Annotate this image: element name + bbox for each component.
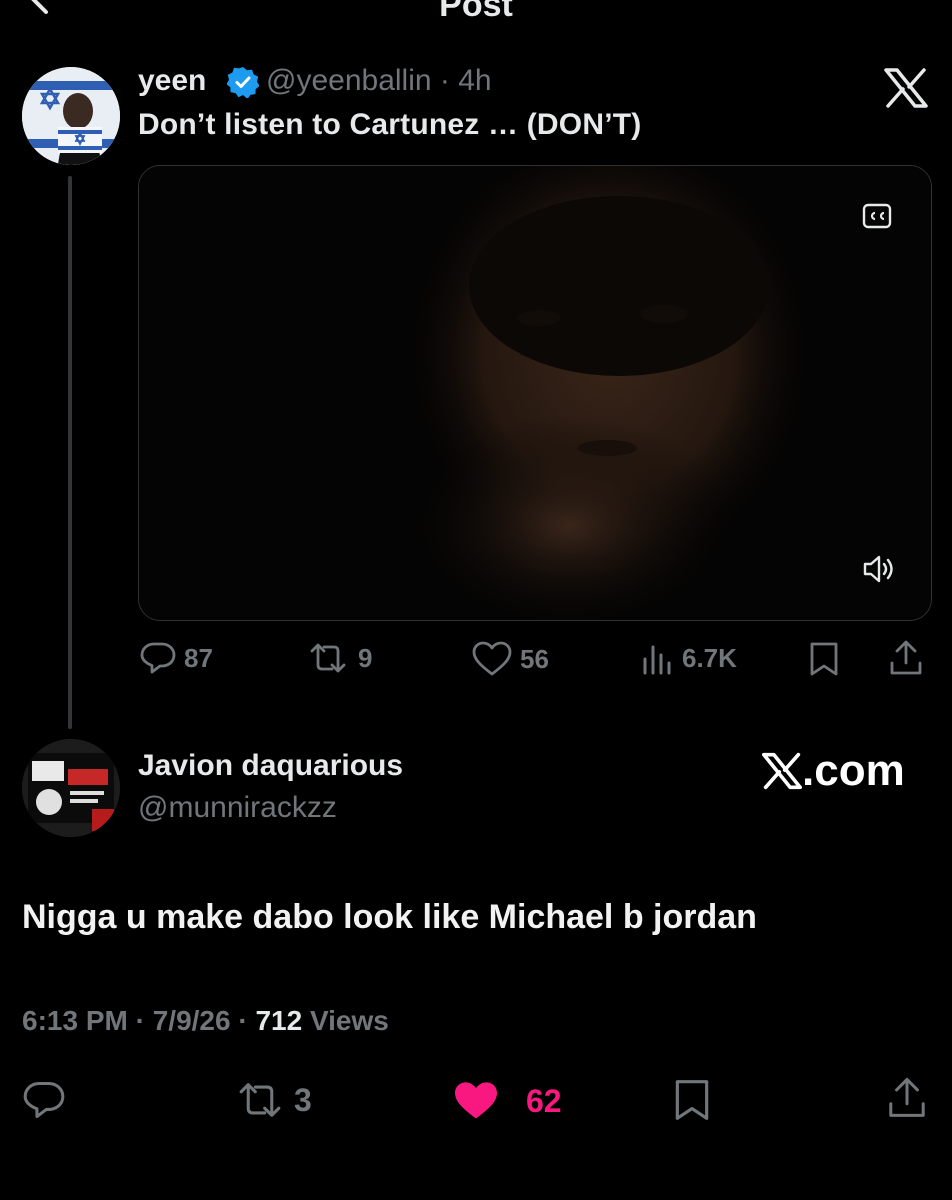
like-button[interactable]: 56 [472,641,549,677]
x-com-watermark: .com [762,746,905,796]
views-icon [643,645,671,675]
views-count: 6.7K [682,642,737,673]
views-label[interactable]: Views [310,1005,389,1036]
author-handle[interactable]: @munnirackzz [138,791,337,825]
repost-icon [239,1083,281,1117]
reply-button[interactable] [22,1080,66,1120]
reply-button[interactable]: 87 [140,641,213,675]
separator: · [238,1005,248,1036]
reply-icon [23,1082,65,1118]
brand-suffix: .com [802,746,905,795]
avatar[interactable] [22,67,120,165]
tweet-text: Don’t listen to Cartunez … (DON’T) [138,108,642,141]
author-handle[interactable]: @yeenballin · 4h [266,64,492,98]
timestamp[interactable]: 4h [458,64,491,97]
share-icon[interactable] [888,639,924,677]
repost-count: 9 [358,642,373,673]
bookmark-icon[interactable] [672,1078,712,1122]
page-title: Post [439,0,513,24]
handle[interactable]: @yeenballin [266,64,432,97]
views-count: 712 [255,1005,303,1036]
like-icon [455,1082,497,1119]
reply-icon [140,642,176,674]
x-logo-icon [884,68,928,108]
repost-button[interactable]: 3 [234,1080,312,1120]
video-player[interactable] [138,165,932,621]
like-count: 56 [520,643,549,674]
more-icon[interactable] [862,0,906,8]
like-button[interactable]: 62 [452,1080,562,1122]
closed-captions-icon[interactable] [862,202,892,230]
tweet-time[interactable]: 6:13 PM [22,1005,128,1036]
like-icon [472,641,512,676]
share-icon[interactable] [886,1076,928,1120]
repost-count: 3 [294,1081,312,1118]
tweet-text: Nigga u make dabo look like Michael b jo… [22,898,757,936]
verified-badge-icon [227,66,259,98]
volume-icon[interactable] [862,554,896,584]
author-name[interactable]: yeen [138,64,206,98]
separator: · [135,1005,145,1036]
views-button[interactable]: 6.7K [642,641,737,675]
repost-button[interactable]: 9 [306,641,372,675]
repost-icon [310,643,346,673]
x-logo-icon [762,752,802,790]
separator: · [439,64,450,97]
tweet-date[interactable]: 7/9/26 [153,1005,231,1036]
bookmark-icon[interactable] [808,641,840,677]
avatar[interactable] [22,739,120,837]
like-count: 62 [526,1082,562,1119]
thread-line [68,176,72,729]
author-name[interactable]: Javion daquarious [138,749,403,783]
tweet-meta: 6:13 PM · 7/9/26 · 712 Views [22,1005,389,1037]
reply-count: 87 [184,642,213,673]
